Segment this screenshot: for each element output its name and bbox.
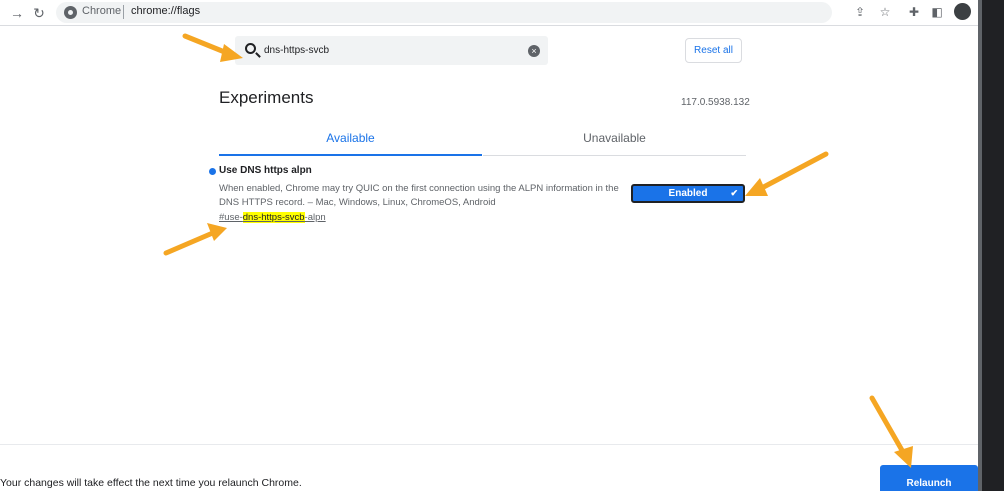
experiment-state-select[interactable]: Enabled ✔: [631, 184, 745, 203]
relaunch-message: Your changes will take effect the next t…: [0, 477, 302, 489]
search-flags-box[interactable]: dns-https-svcb ×: [235, 36, 548, 65]
chrome-icon: [64, 6, 77, 19]
version-label: 117.0.5938.132: [681, 97, 750, 108]
permalink-suffix: -alpn: [304, 212, 326, 223]
search-icon: [245, 43, 256, 54]
profile-avatar[interactable]: [954, 3, 971, 20]
chrome-flags-page: → ↻ Chrome chrome://flags ⇪ ☆ ✚ ◧ dns-ht…: [0, 0, 1004, 491]
clear-search-icon[interactable]: ×: [528, 45, 540, 57]
page-title: Experiments: [219, 88, 314, 107]
chevron-down-icon: ✔: [730, 188, 738, 198]
browser-toolbar: → ↻ Chrome chrome://flags ⇪ ☆ ✚ ◧: [0, 0, 978, 26]
share-icon[interactable]: ⇪: [852, 4, 868, 20]
scrollbar-track[interactable]: [978, 0, 982, 491]
arrow-to-link: [163, 223, 227, 256]
address-url: chrome://flags: [131, 5, 201, 17]
experiment-permalink[interactable]: #use-dns-https-svcb-alpn: [219, 212, 326, 223]
address-bar[interactable]: Chrome chrome://flags: [56, 2, 832, 23]
relaunch-bar: Your changes will take effect the next t…: [0, 444, 978, 491]
reset-all-button[interactable]: Reset all: [685, 38, 742, 63]
forward-arrow-icon[interactable]: →: [8, 4, 26, 22]
side-panel-icon[interactable]: ◧: [929, 4, 945, 20]
modified-indicator-dot: [209, 168, 216, 175]
annotation-arrows: [163, 33, 913, 468]
permalink-highlight: dns-https-svcb: [242, 212, 305, 223]
experiment-description: When enabled, Chrome may try QUIC on the…: [219, 183, 619, 208]
star-icon[interactable]: ☆: [877, 4, 893, 20]
selected-option: Enabled: [668, 188, 708, 199]
relaunch-button[interactable]: Relaunch: [880, 465, 978, 491]
reload-icon[interactable]: ↻: [30, 4, 48, 22]
tab-available[interactable]: Available: [219, 130, 482, 156]
tab-unavailable[interactable]: Unavailable: [483, 130, 746, 156]
arrow-to-select: [745, 151, 829, 196]
permalink-prefix: #use-: [219, 212, 243, 223]
site-label: Chrome: [82, 5, 122, 17]
search-input[interactable]: dns-https-svcb: [264, 45, 329, 56]
address-separator: [123, 5, 124, 19]
extensions-icon[interactable]: ✚: [906, 4, 922, 20]
experiment-name: Use DNS https alpn: [219, 165, 312, 176]
